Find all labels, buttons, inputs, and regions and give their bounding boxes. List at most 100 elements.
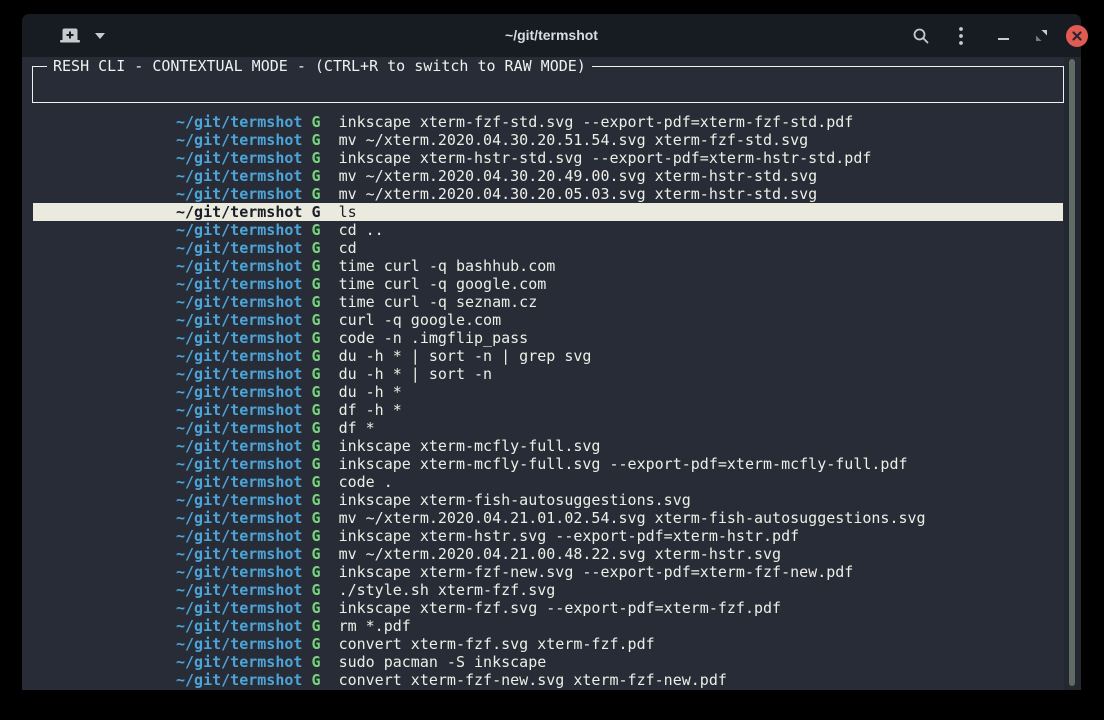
history-row[interactable]: ~/git/termshot G mv ~/xterm.2020.04.30.2… bbox=[33, 167, 1063, 185]
history-row[interactable]: ~/git/termshot G inkscape xterm-hstr.svg… bbox=[33, 527, 1063, 545]
git-flag: G bbox=[302, 185, 338, 203]
history-path: ~/git/termshot bbox=[176, 347, 302, 365]
history-row[interactable]: ~/git/termshot G ./style.sh xterm-fzf.sv… bbox=[33, 581, 1063, 599]
history-row[interactable]: ~/git/termshot G time curl -q bashhub.co… bbox=[33, 257, 1063, 275]
git-flag: G bbox=[302, 221, 338, 239]
history-row[interactable]: ~/git/termshot G du -h * | sort -n bbox=[33, 365, 1063, 383]
history-path: ~/git/termshot bbox=[176, 545, 302, 563]
git-flag: G bbox=[302, 563, 338, 581]
close-icon bbox=[1066, 25, 1088, 47]
history-path: ~/git/termshot bbox=[176, 491, 302, 509]
history-command: du -h * bbox=[339, 383, 402, 401]
history-row-selected[interactable]: ~/git/termshot G ls bbox=[33, 203, 1063, 221]
history-row[interactable]: ~/git/termshot G time curl -q google.com bbox=[33, 275, 1063, 293]
history-row[interactable]: ~/git/termshot G sudo pacman -S inkscape bbox=[33, 653, 1063, 671]
scrollbar-thumb[interactable] bbox=[1069, 59, 1075, 686]
history-row[interactable]: ~/git/termshot G cd bbox=[33, 239, 1063, 257]
git-flag: G bbox=[302, 491, 338, 509]
git-flag: G bbox=[302, 329, 338, 347]
history-path: ~/git/termshot bbox=[176, 149, 302, 167]
history-path: ~/git/termshot bbox=[176, 329, 302, 347]
history-path: ~/git/termshot bbox=[176, 473, 302, 491]
history-command: inkscape xterm-mcfly-full.svg --export-p… bbox=[339, 455, 908, 473]
history-command: mv ~/xterm.2020.04.21.01.02.54.svg xterm… bbox=[339, 509, 926, 527]
history-row[interactable]: ~/git/termshot G du -h * | sort -n | gre… bbox=[33, 347, 1063, 365]
history-row[interactable]: ~/git/termshot G mv ~/xterm.2020.04.30.2… bbox=[33, 131, 1063, 149]
git-flag: G bbox=[302, 581, 338, 599]
history-path: ~/git/termshot bbox=[176, 437, 302, 455]
history-row[interactable]: ~/git/termshot G inkscape xterm-fzf.svg … bbox=[33, 599, 1063, 617]
git-flag: G bbox=[302, 167, 338, 185]
history-row[interactable]: ~/git/termshot G mv ~/xterm.2020.04.21.0… bbox=[33, 545, 1063, 563]
history-row[interactable]: ~/git/termshot G inkscape xterm-fzf-new.… bbox=[33, 563, 1063, 581]
history-row[interactable]: ~/git/termshot G inkscape xterm-mcfly-fu… bbox=[33, 455, 1063, 473]
history-path: ~/git/termshot bbox=[176, 257, 302, 275]
history-path: ~/git/termshot bbox=[176, 131, 302, 149]
history-row[interactable]: ~/git/termshot G inkscape xterm-fish-aut… bbox=[33, 491, 1063, 509]
history-row[interactable]: ~/git/termshot G mv ~/xterm.2020.04.21.0… bbox=[33, 509, 1063, 527]
history-command: inkscape xterm-hstr-std.svg --export-pdf… bbox=[339, 149, 872, 167]
history-row[interactable]: ~/git/termshot G inkscape xterm-hstr-std… bbox=[33, 149, 1063, 167]
history-row[interactable]: ~/git/termshot G du -h * bbox=[33, 383, 1063, 401]
history-row[interactable]: ~/git/termshot G convert xterm-fzf-new.s… bbox=[33, 671, 1063, 689]
history-path: ~/git/termshot bbox=[176, 185, 302, 203]
history-row[interactable]: ~/git/termshot G code -n .imgflip_pass bbox=[33, 329, 1063, 347]
history-path: ~/git/termshot bbox=[176, 311, 302, 329]
history-command: convert xterm-fzf.svg xterm-fzf.pdf bbox=[339, 635, 655, 653]
history-command: inkscape xterm-mcfly-full.svg bbox=[339, 437, 601, 455]
history-path: ~/git/termshot bbox=[176, 455, 302, 473]
history-list: ~/git/termshot G inkscape xterm-fzf-std.… bbox=[33, 113, 1063, 689]
history-path: ~/git/termshot bbox=[176, 221, 302, 239]
restore-window-button[interactable] bbox=[1028, 14, 1054, 57]
git-flag: G bbox=[302, 203, 338, 221]
history-row[interactable]: ~/git/termshot G convert xterm-fzf.svg x… bbox=[33, 635, 1063, 653]
search-button[interactable] bbox=[906, 14, 936, 57]
history-row[interactable]: ~/git/termshot G rm *.pdf bbox=[33, 617, 1063, 635]
history-path: ~/git/termshot bbox=[176, 383, 302, 401]
search-icon bbox=[912, 27, 930, 45]
history-path: ~/git/termshot bbox=[176, 275, 302, 293]
history-command: inkscape xterm-fzf-new.svg --export-pdf=… bbox=[339, 563, 854, 581]
history-command: du -h * | sort -n | grep svg bbox=[339, 347, 592, 365]
git-flag: G bbox=[302, 401, 338, 419]
history-row[interactable]: ~/git/termshot G df * bbox=[33, 419, 1063, 437]
history-row[interactable]: ~/git/termshot G df -h * bbox=[33, 401, 1063, 419]
menu-button[interactable] bbox=[948, 14, 974, 57]
history-command: cd .. bbox=[339, 221, 384, 239]
git-flag: G bbox=[302, 131, 338, 149]
git-flag: G bbox=[302, 545, 338, 563]
history-command: time curl -q google.com bbox=[339, 275, 547, 293]
history-command: mv ~/xterm.2020.04.30.20.51.54.svg xterm… bbox=[339, 131, 809, 149]
terminal-window: ~/git/termshot bbox=[22, 14, 1081, 690]
resh-search-input[interactable] bbox=[35, 76, 1061, 100]
screenshot-canvas: ~/git/termshot bbox=[0, 0, 1104, 720]
history-command: convert xterm-fzf-new.svg xterm-fzf-new.… bbox=[339, 671, 727, 689]
history-command: mv ~/xterm.2020.04.30.20.05.03.svg xterm… bbox=[339, 185, 818, 203]
history-command: inkscape xterm-fish-autosuggestions.svg bbox=[339, 491, 691, 509]
history-command: ./style.sh xterm-fzf.svg bbox=[339, 581, 556, 599]
history-path: ~/git/termshot bbox=[176, 419, 302, 437]
minimize-button[interactable] bbox=[990, 14, 1016, 57]
history-command: df * bbox=[339, 419, 375, 437]
history-command: rm *.pdf bbox=[339, 617, 411, 635]
history-row[interactable]: ~/git/termshot G time curl -q seznam.cz bbox=[33, 293, 1063, 311]
history-command: sudo pacman -S inkscape bbox=[339, 653, 547, 671]
git-flag: G bbox=[302, 527, 338, 545]
history-row[interactable]: ~/git/termshot G curl -q google.com bbox=[33, 311, 1063, 329]
history-path: ~/git/termshot bbox=[176, 365, 302, 383]
history-row[interactable]: ~/git/termshot G code . bbox=[33, 473, 1063, 491]
history-row[interactable]: ~/git/termshot G inkscape xterm-fzf-std.… bbox=[33, 113, 1063, 131]
history-row[interactable]: ~/git/termshot G mv ~/xterm.2020.04.30.2… bbox=[33, 185, 1063, 203]
menu-kebab-icon bbox=[958, 26, 964, 46]
git-flag: G bbox=[302, 149, 338, 167]
history-path: ~/git/termshot bbox=[176, 203, 302, 221]
history-path: ~/git/termshot bbox=[176, 167, 302, 185]
close-button[interactable] bbox=[1064, 14, 1090, 57]
history-command: code -n .imgflip_pass bbox=[339, 329, 529, 347]
history-command: inkscape xterm-fzf.svg --export-pdf=xter… bbox=[339, 599, 782, 617]
history-row[interactable]: ~/git/termshot G inkscape xterm-mcfly-fu… bbox=[33, 437, 1063, 455]
history-row[interactable]: ~/git/termshot G cd .. bbox=[33, 221, 1063, 239]
history-command: mv ~/xterm.2020.04.21.00.48.22.svg xterm… bbox=[339, 545, 782, 563]
history-command: code . bbox=[339, 473, 393, 491]
scrollbar[interactable] bbox=[1064, 57, 1081, 690]
